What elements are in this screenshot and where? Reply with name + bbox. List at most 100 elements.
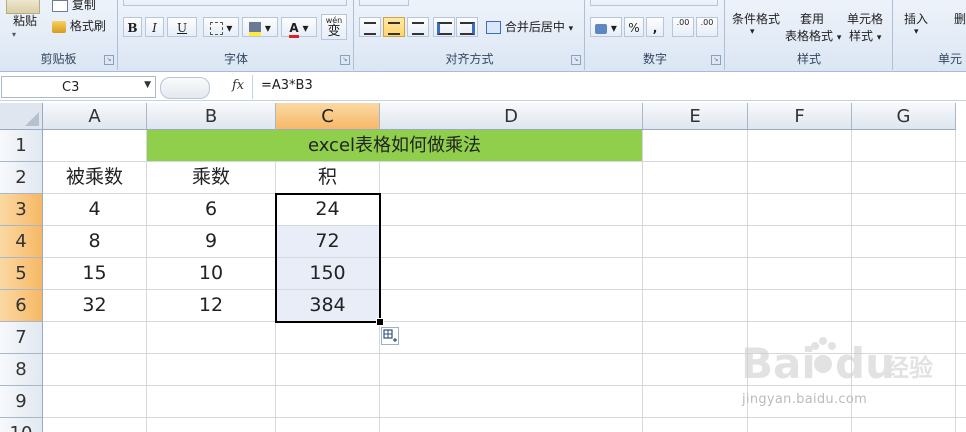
- font-name-select[interactable]: [123, 0, 347, 6]
- data-cell[interactable]: 4: [43, 194, 146, 225]
- cells-group-label: 单元: [937, 52, 962, 66]
- align-left-button[interactable]: [359, 17, 381, 37]
- fill-color-button[interactable]: ▾: [242, 17, 278, 37]
- cell-styles-line1[interactable]: 单元格: [847, 10, 883, 27]
- vertical-align-buttons[interactable]: [359, 0, 409, 6]
- decrease-indent-button[interactable]: [433, 17, 455, 37]
- data-cell[interactable]: 10: [147, 258, 275, 289]
- column-header-d[interactable]: D: [380, 103, 643, 130]
- formula-bar-splitter[interactable]: [160, 77, 210, 99]
- ribbon: 粘贴 ▾ 复制 格式刷 剪贴板 ↘ B I U ▾ ▾ A ▾ wén 变 字体 …: [0, 0, 966, 72]
- data-cell[interactable]: 150: [276, 258, 379, 289]
- border-icon: [209, 22, 223, 35]
- accounting-format-button[interactable]: ▾: [590, 17, 622, 37]
- data-cell[interactable]: 24: [276, 194, 379, 225]
- phonetic-button[interactable]: wén 变: [321, 14, 347, 40]
- conditional-format-dropdown-icon[interactable]: ▾: [750, 27, 755, 37]
- delete-button[interactable]: 删: [954, 10, 966, 27]
- watermark-cn: 经验: [885, 354, 933, 382]
- data-cell[interactable]: 384: [276, 290, 379, 321]
- row-header-4[interactable]: 4: [0, 226, 43, 258]
- cells-group: 插入 ▾ 删 单元: [894, 0, 966, 70]
- formula-input[interactable]: =A3*B3: [252, 75, 966, 99]
- row-header-7[interactable]: 7: [0, 322, 43, 354]
- align-left-icon: [364, 22, 376, 35]
- name-box[interactable]: C3 ▼: [1, 76, 156, 98]
- italic-button[interactable]: I: [145, 17, 164, 37]
- clipboard-group: 粘贴 ▾ 复制 格式刷 剪贴板 ↘: [0, 0, 118, 70]
- merge-center-button[interactable]: 合并后居中 ▾: [486, 18, 573, 35]
- header-cell-multiplier[interactable]: 乘数: [147, 162, 275, 193]
- format-table-line1[interactable]: 套用: [800, 10, 824, 27]
- data-cell[interactable]: 12: [147, 290, 275, 321]
- underline-button[interactable]: U: [167, 17, 197, 37]
- insert-button[interactable]: 插入: [904, 10, 928, 27]
- column-header-e[interactable]: E: [643, 103, 748, 130]
- decrease-decimal-button[interactable]: .00: [696, 17, 718, 37]
- insert-function-icon[interactable]: fx: [232, 78, 244, 93]
- column-header-f[interactable]: F: [748, 103, 852, 130]
- chevron-down-icon[interactable]: ▼: [144, 80, 151, 90]
- data-cell[interactable]: 32: [43, 290, 146, 321]
- clipboard-group-label: 剪贴板: [40, 52, 77, 66]
- header-cell-multiplicand[interactable]: 被乘数: [43, 162, 146, 193]
- decrease-indent-icon: [436, 22, 452, 35]
- insert-dropdown-icon[interactable]: ▾: [914, 27, 919, 37]
- decrease-decimal-icon: .00: [700, 18, 714, 27]
- column-header-c[interactable]: C: [276, 103, 380, 130]
- increase-indent-button[interactable]: [456, 17, 478, 37]
- copy-button[interactable]: 复制: [52, 0, 96, 13]
- column-header-b[interactable]: B: [147, 103, 276, 130]
- data-cell[interactable]: 72: [276, 226, 379, 257]
- number-format-select[interactable]: [590, 0, 718, 6]
- align-right-button[interactable]: [407, 17, 429, 37]
- auto-fill-icon: [383, 329, 397, 342]
- row-header-5[interactable]: 5: [0, 258, 43, 290]
- copy-label: 复制: [71, 0, 96, 12]
- cell-styles-button[interactable]: 样式 ▾: [849, 27, 881, 44]
- header-cell-product[interactable]: 积: [276, 162, 379, 193]
- bold-button[interactable]: B: [123, 17, 142, 37]
- increase-indent-icon: [459, 22, 475, 35]
- fill-handle[interactable]: [376, 318, 384, 326]
- select-all-button[interactable]: [0, 103, 43, 130]
- copy-icon: [52, 0, 68, 12]
- conditional-format-button[interactable]: 条件格式: [732, 10, 780, 27]
- align-center-button[interactable]: [383, 17, 405, 37]
- paste-dropdown-icon[interactable]: ▾: [12, 30, 16, 39]
- styles-group-label: 样式: [796, 52, 821, 66]
- increase-decimal-button[interactable]: .00: [672, 17, 694, 37]
- row-header-6[interactable]: 6: [0, 290, 43, 322]
- data-cell[interactable]: 15: [43, 258, 146, 289]
- clipboard-launcher-icon[interactable]: ↘: [104, 55, 114, 65]
- row-header-9[interactable]: 9: [0, 386, 43, 418]
- row-header-3[interactable]: 3: [0, 194, 43, 226]
- currency-icon: [595, 23, 608, 34]
- column-header-a[interactable]: A: [43, 103, 147, 130]
- fill-bucket-icon: [249, 21, 262, 36]
- data-cell[interactable]: 9: [147, 226, 275, 257]
- percent-button[interactable]: %: [624, 17, 644, 37]
- alignment-launcher-icon[interactable]: ↘: [571, 55, 581, 65]
- paste-button[interactable]: 粘贴: [13, 12, 37, 29]
- alignment-group-label: 对齐方式: [445, 52, 494, 66]
- merged-title-cell[interactable]: excel表格如何做乘法: [147, 130, 642, 161]
- column-header-g[interactable]: G: [852, 103, 956, 130]
- font-launcher-icon[interactable]: ↘: [340, 55, 350, 65]
- phonetic-char: 变: [327, 24, 341, 39]
- data-cell[interactable]: 6: [147, 194, 275, 225]
- comma-button[interactable]: ,: [646, 17, 664, 37]
- data-cell[interactable]: 8: [43, 226, 146, 257]
- row-header-10[interactable]: 10: [0, 418, 43, 432]
- brush-icon: [52, 20, 66, 33]
- format-table-button[interactable]: 表格格式 ▾: [785, 27, 841, 44]
- format-painter-button[interactable]: 格式刷: [52, 17, 106, 34]
- number-launcher-icon[interactable]: ↘: [711, 55, 721, 65]
- font-color-button[interactable]: A ▾: [281, 17, 317, 38]
- row-header-8[interactable]: 8: [0, 354, 43, 386]
- row-header-2[interactable]: 2: [0, 162, 43, 194]
- gridline-vertical: [955, 130, 956, 432]
- auto-fill-options-button[interactable]: [381, 327, 399, 345]
- border-button[interactable]: ▾: [203, 17, 239, 37]
- row-header-1[interactable]: 1: [0, 130, 43, 162]
